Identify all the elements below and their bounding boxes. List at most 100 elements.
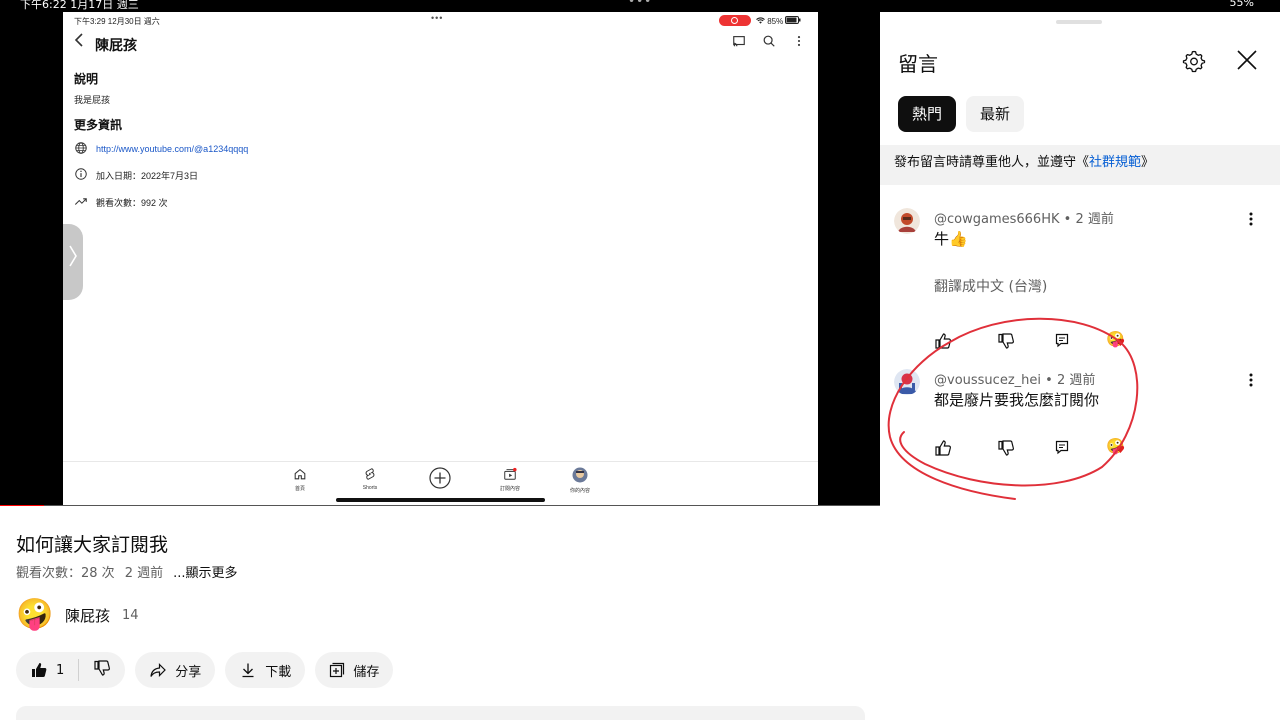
- cast-icon: [732, 34, 746, 48]
- commenter-avatar[interactable]: [894, 369, 920, 395]
- battery-icon: [785, 16, 801, 26]
- status-time: 下午6:22 1月17日 週三: [20, 0, 139, 11]
- reply-icon[interactable]: [1054, 332, 1072, 350]
- comments-title: 留言: [898, 52, 938, 76]
- heart-icon: ♥: [1116, 338, 1125, 349]
- ipad-tab-home: 首頁: [280, 467, 320, 492]
- community-guidelines-link[interactable]: 社群規範: [1089, 155, 1141, 170]
- settings-gear-icon[interactable]: [1182, 49, 1206, 77]
- subscriptions-icon: [490, 467, 530, 483]
- channel-name[interactable]: 陳屁孩: [65, 605, 110, 626]
- ipad-status-time: 下午3:29 12月30日 週六: [74, 17, 160, 26]
- subscriber-count: 14: [122, 607, 139, 623]
- shorts-icon: [350, 467, 390, 483]
- ipad-status-bar: 下午3:29 12月30日 週六 ••• 85%: [63, 12, 818, 28]
- comment-author[interactable]: @cowgames666HK: [934, 212, 1060, 227]
- video-actions: 1 分享 下載 儲存: [16, 652, 394, 688]
- comment-dislike-icon[interactable]: [997, 332, 1015, 350]
- more-vert-icon: [792, 34, 806, 48]
- ipad-tab-subscriptions-label: 訂閱內容: [499, 486, 520, 492]
- more-vert-icon[interactable]: [1244, 210, 1258, 228]
- globe-icon: [74, 141, 88, 157]
- device-status-bar: 下午6:22 1月17日 週三 ••• 55%: [0, 0, 1280, 12]
- like-dislike-pill: 1: [16, 652, 126, 688]
- ipad-tab-create: [420, 467, 460, 493]
- comment-separator: •: [1063, 212, 1076, 227]
- comment-text: 都是廢片要我怎麼訂閱你: [934, 391, 1100, 409]
- multitask-dots[interactable]: •••: [628, 0, 652, 8]
- channel-link-row: http://www.youtube.com/@a1234qqqq: [74, 141, 248, 157]
- save-button[interactable]: 儲存: [315, 652, 394, 688]
- channel-view-count: 觀看次數：992 次: [96, 197, 168, 208]
- comment-age: 2 週前: [1056, 373, 1096, 388]
- comment-separator: •: [1045, 373, 1057, 388]
- ipad-tab-shorts: Shorts: [350, 467, 390, 491]
- chip-newest-comments[interactable]: 最新: [966, 96, 1025, 132]
- ipad-battery: 85%: [756, 16, 801, 26]
- download-button[interactable]: 下載: [225, 652, 306, 688]
- download-icon: [239, 661, 257, 679]
- comments-panel: 留言 熱門 最新 發布留言時請尊重他人，並遵守《社群規範》 @cowgames6…: [880, 12, 1280, 720]
- heart-icon: ♥: [1116, 445, 1125, 456]
- guidelines-prefix: 發布留言時請尊重他人，並遵守《: [894, 155, 1090, 170]
- dislike-button[interactable]: [79, 652, 125, 688]
- share-label: 分享: [175, 664, 202, 680]
- comment-item: @voussucez_hei • 2 週前 都是廢片要我怎麼訂閱你 🤪 ♥: [880, 369, 1280, 456]
- show-more-link[interactable]: ...顯示更多: [173, 562, 237, 581]
- ipad-home-indicator: [336, 498, 545, 502]
- community-guidelines-notice: 發布留言時請尊重他人，並遵守《社群規範》: [880, 145, 1280, 185]
- comment-dislike-icon[interactable]: [997, 439, 1015, 457]
- thumb-up-filled-icon: [30, 661, 48, 679]
- ipad-tab-you-label: 你的內容: [569, 488, 590, 494]
- info-icon: [74, 167, 88, 183]
- like-button[interactable]: 1: [16, 652, 78, 688]
- video-view-count: 觀看次數：28 次: [16, 566, 115, 581]
- side-panel-handle[interactable]: [63, 224, 83, 300]
- video-player[interactable]: 下午3:29 12月30日 週六 ••• 85% 陳屁孩 說明 我是屁孩 更多資…: [0, 12, 880, 506]
- like-count: 1: [56, 662, 65, 678]
- home-icon: [280, 467, 320, 483]
- video-frame-ipad-screen: 下午3:29 12月30日 週六 ••• 85% 陳屁孩 說明 我是屁孩 更多資…: [63, 12, 818, 506]
- video-title: 如何讓大家訂閱我: [16, 534, 169, 556]
- search-icon: [762, 34, 776, 48]
- more-info-title: 更多資訊: [74, 118, 123, 132]
- reply-icon[interactable]: [1054, 439, 1072, 457]
- video-progress-bar[interactable]: [0, 505, 880, 506]
- about-description-text: 我是屁孩: [74, 95, 111, 105]
- comment-age: 2 週前: [1075, 212, 1114, 227]
- share-icon: [149, 661, 167, 679]
- view-count-row: 觀看次數：992 次: [74, 194, 168, 210]
- ipad-tab-subscriptions: 訂閱內容: [490, 467, 530, 492]
- more-vert-icon[interactable]: [1244, 371, 1258, 389]
- comment-item: @cowgames666HK • 2 週前 牛👍 翻譯成中文 (台灣) 🤪 ♥: [880, 208, 1280, 350]
- joined-date: 加入日期：2022年7月3日: [96, 170, 199, 181]
- chevron-right-icon: [68, 245, 78, 274]
- ipad-channel-header: 陳屁孩: [63, 30, 818, 58]
- comment-author[interactable]: @voussucez_hei: [934, 373, 1041, 388]
- channel-avatar[interactable]: 🤪: [16, 598, 53, 632]
- about-description-title: 說明: [74, 72, 99, 86]
- comment-header: @voussucez_hei • 2 週前: [934, 369, 1095, 388]
- ipad-tab-home-label: 首頁: [294, 486, 305, 492]
- back-arrow-icon: [73, 32, 85, 53]
- video-progress-fill: [0, 505, 44, 506]
- close-icon[interactable]: [1236, 49, 1258, 75]
- ipad-tab-shorts-label: Shorts: [362, 485, 378, 491]
- translate-link[interactable]: 翻譯成中文 (台灣): [934, 276, 1047, 296]
- commenter-avatar[interactable]: [894, 208, 920, 234]
- playlist-add-icon: [329, 662, 345, 678]
- comment-header: @cowgames666HK • 2 週前: [934, 208, 1114, 227]
- comment-like-icon[interactable]: [934, 439, 952, 457]
- comment-actions: 🤪 ♥: [934, 437, 1144, 459]
- guidelines-suffix: 》: [1141, 155, 1155, 170]
- share-button[interactable]: 分享: [135, 652, 216, 688]
- joined-date-row: 加入日期：2022年7月3日: [74, 167, 198, 183]
- trending-icon: [74, 194, 88, 210]
- comment-like-icon[interactable]: [934, 332, 952, 350]
- drag-handle[interactable]: [1056, 20, 1102, 24]
- chip-top-comments[interactable]: 熱門: [898, 96, 957, 132]
- channel-row[interactable]: 🤪 陳屁孩 14: [16, 598, 139, 632]
- thumb-down-icon: [93, 659, 111, 681]
- creator-heart-icon: 🤪 ♥: [1106, 437, 1125, 456]
- description-box[interactable]: [16, 706, 865, 720]
